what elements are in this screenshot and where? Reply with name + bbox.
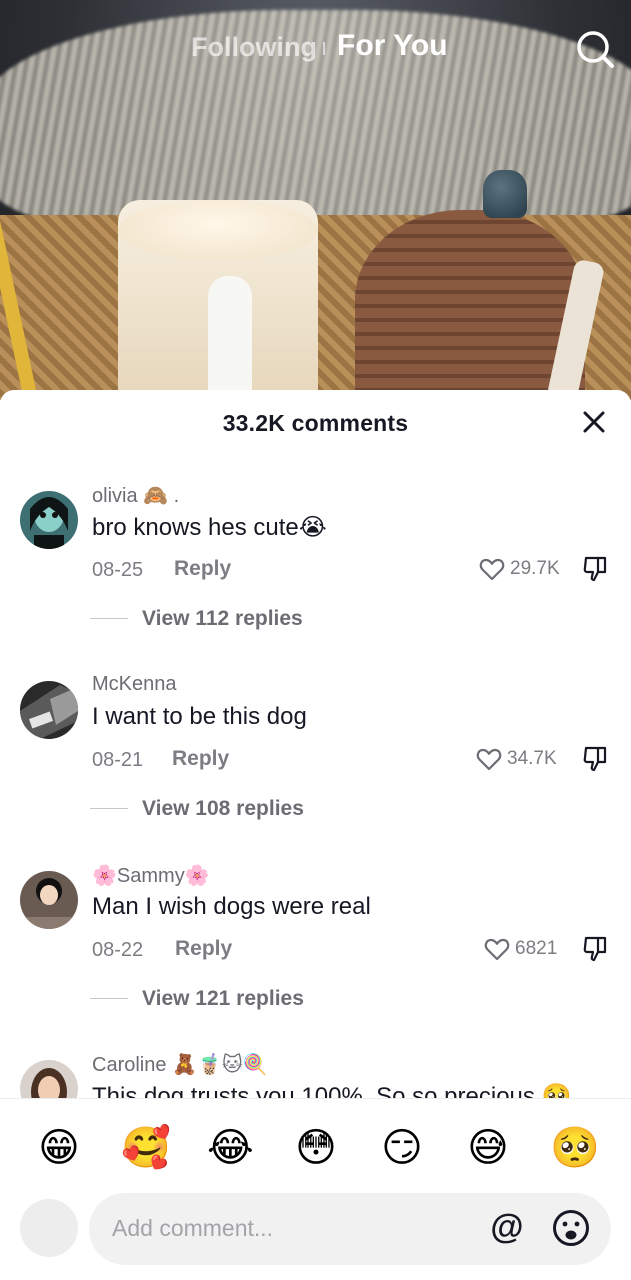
tab-for-you[interactable]: For You bbox=[337, 29, 448, 63]
comment-username-text: olivia bbox=[92, 485, 138, 507]
top-nav: Following For You bbox=[0, 24, 631, 74]
dislike-icon[interactable] bbox=[582, 935, 608, 963]
video-jar-lid bbox=[118, 200, 318, 260]
comment-text: I want to be this dog bbox=[92, 703, 307, 730]
comment-text: bro knows hes cute😭 bbox=[92, 514, 327, 541]
emoji-picker-icon[interactable] bbox=[551, 1208, 591, 1248]
emoji-pleading[interactable]: 🥺 bbox=[550, 1125, 600, 1171]
emoji-hearts-face[interactable]: 🥰 bbox=[121, 1125, 171, 1171]
comment-username-text: McKenna bbox=[92, 673, 177, 695]
comment-date: 08-25 bbox=[92, 559, 144, 581]
comment-item: olivia 🙈 . bro knows hes cute😭 08-25 Rep… bbox=[0, 483, 631, 673]
dislike-icon[interactable] bbox=[582, 745, 608, 773]
close-icon[interactable] bbox=[580, 408, 608, 436]
username-emoji: 🌸 bbox=[184, 865, 210, 887]
reply-button[interactable]: Reply bbox=[175, 937, 232, 961]
video-dropper bbox=[208, 276, 252, 400]
like-button[interactable]: 29.7K bbox=[479, 555, 560, 583]
like-count: 34.7K bbox=[507, 748, 557, 769]
emoji-grin[interactable]: 😁 bbox=[36, 1125, 82, 1171]
reply-button[interactable]: Reply bbox=[172, 747, 229, 771]
reply-button[interactable]: Reply bbox=[174, 557, 231, 581]
comment-username[interactable]: McKenna bbox=[92, 673, 177, 696]
like-button[interactable]: 34.7K bbox=[476, 745, 557, 773]
comment-username[interactable]: olivia 🙈 . bbox=[92, 483, 179, 508]
mention-button[interactable]: @ bbox=[488, 1208, 526, 1246]
like-button[interactable]: 6821 bbox=[484, 935, 557, 963]
emoji-tears-of-joy[interactable]: 😂 bbox=[207, 1125, 254, 1171]
nav-divider bbox=[323, 42, 325, 55]
comment-item: 🌸Sammy🌸 Man I wish dogs were real 08-22 … bbox=[0, 863, 631, 1053]
avatar[interactable] bbox=[20, 1060, 78, 1098]
emoji-flushed[interactable]: 😳 bbox=[293, 1125, 339, 1171]
replies-divider bbox=[90, 998, 128, 999]
replies-divider bbox=[90, 808, 128, 809]
video-pot-knob bbox=[483, 170, 527, 218]
avatar[interactable] bbox=[20, 681, 78, 739]
comment-username[interactable]: 🌸Sammy🌸 bbox=[92, 863, 210, 888]
heart-icon bbox=[479, 558, 505, 581]
replies-divider bbox=[90, 618, 128, 619]
comment-date: 08-21 bbox=[92, 749, 144, 771]
like-count: 6821 bbox=[515, 938, 558, 959]
comment-date: 08-22 bbox=[92, 939, 144, 961]
heart-icon bbox=[484, 938, 510, 961]
avatar[interactable] bbox=[20, 871, 78, 929]
comment-input-placeholder[interactable]: Add comment... bbox=[112, 1215, 273, 1242]
comment-username-text: Caroline bbox=[92, 1054, 167, 1076]
comment-username[interactable]: Caroline 🧸🧋🐱🍭 bbox=[92, 1052, 268, 1077]
like-count: 29.7K bbox=[510, 558, 560, 579]
tab-following[interactable]: Following bbox=[191, 32, 317, 63]
username-emoji: 🧸🧋🐱🍭 bbox=[172, 1054, 268, 1076]
comment-item: Caroline 🧸🧋🐱🍭 This dog trusts you 100%. … bbox=[0, 1052, 631, 1098]
emoji-quick-bar: 😁 🥰 😂 😳 😏 😅 🥺 bbox=[0, 1098, 631, 1197]
video-pot bbox=[355, 210, 585, 400]
comment-text: This dog trusts you 100%. So so precious… bbox=[92, 1083, 572, 1098]
comment-composer: Add comment... @ bbox=[0, 1193, 631, 1280]
avatar bbox=[20, 1199, 78, 1257]
video-player[interactable]: Following For You bbox=[0, 0, 631, 400]
avatar[interactable] bbox=[20, 491, 78, 549]
comment-username-text: Sammy bbox=[116, 865, 185, 887]
emoji-sweat-smile[interactable]: 😅 bbox=[465, 1125, 511, 1171]
dislike-icon[interactable] bbox=[582, 555, 608, 583]
view-replies-link[interactable]: View 121 replies bbox=[142, 987, 304, 1011]
comment-item: McKenna I want to be this dog 08-21 Repl… bbox=[0, 673, 631, 863]
comment-text: Man I wish dogs were real bbox=[92, 893, 371, 920]
heart-icon bbox=[476, 748, 502, 771]
view-replies-link[interactable]: View 108 replies bbox=[142, 797, 304, 821]
view-replies-link[interactable]: View 112 replies bbox=[142, 607, 303, 631]
flower-icon: 🌸 bbox=[92, 865, 117, 887]
search-icon[interactable] bbox=[574, 28, 616, 70]
username-emoji: 🙈 . bbox=[143, 485, 180, 507]
emoji-smirk[interactable]: 😏 bbox=[379, 1125, 425, 1171]
comments-count-title: 33.2K comments bbox=[222, 410, 409, 436]
